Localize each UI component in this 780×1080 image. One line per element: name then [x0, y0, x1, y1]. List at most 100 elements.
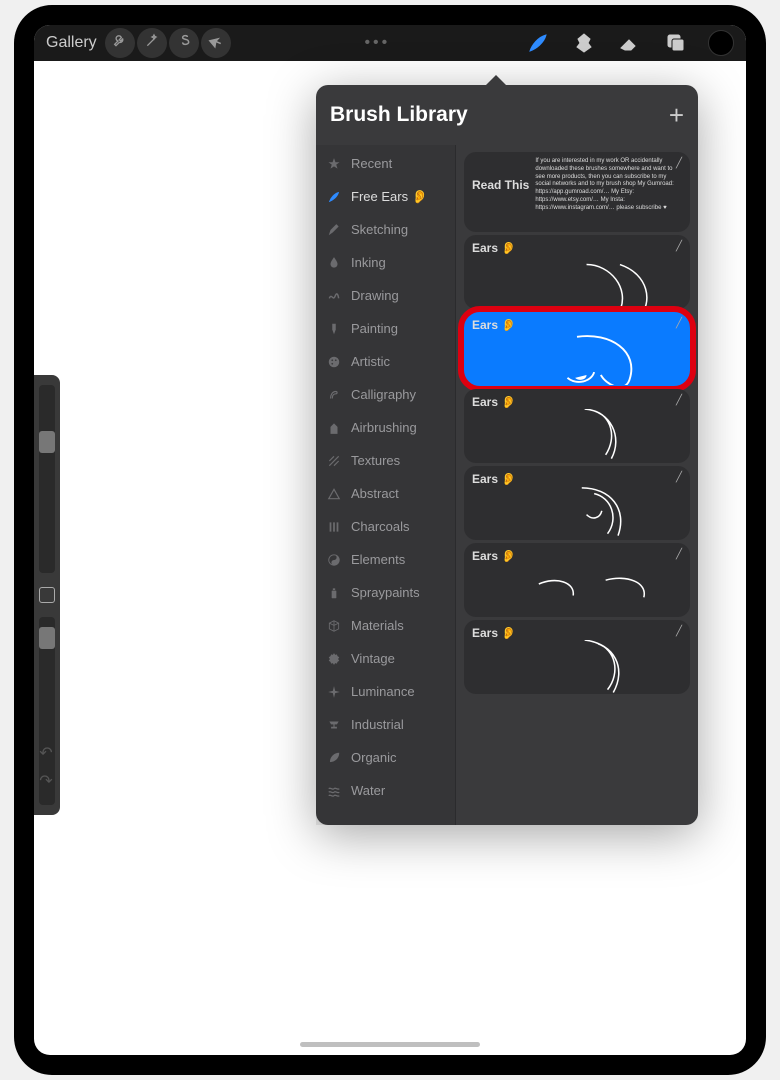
undo-redo: ↶ ↷	[34, 740, 58, 794]
category-spraypaints[interactable]: Spraypaints	[316, 576, 455, 609]
category-abstract[interactable]: Abstract	[316, 477, 455, 510]
category-label: Vintage	[351, 651, 395, 666]
category-label: Inking	[351, 255, 386, 270]
brush-preview	[472, 563, 682, 615]
brush-name: Ears 👂	[472, 241, 682, 255]
category-sketching[interactable]: Sketching	[316, 213, 455, 246]
brush-list[interactable]: Read ThisIf you are interested in my wor…	[456, 145, 698, 825]
category-label: Elements	[351, 552, 405, 567]
brush-tool[interactable]	[524, 29, 552, 57]
category-organic[interactable]: Organic	[316, 741, 455, 774]
brush-stroke-mark: ╱	[676, 158, 682, 169]
sparkle-icon	[326, 684, 342, 700]
brush-name: Ears 👂	[472, 395, 682, 409]
category-label: Calligraphy	[351, 387, 416, 402]
category-label: Artistic	[351, 354, 390, 369]
category-industrial[interactable]: Industrial	[316, 708, 455, 741]
category-label: Materials	[351, 618, 404, 633]
category-label: Luminance	[351, 684, 415, 699]
brush-preview	[472, 486, 682, 538]
triangle-icon	[326, 486, 342, 502]
undo-button[interactable]: ↶	[34, 740, 58, 766]
category-calligraphy[interactable]: Calligraphy	[316, 378, 455, 411]
smudge-tool[interactable]	[570, 29, 598, 57]
redo-button[interactable]: ↷	[34, 768, 58, 794]
category-charcoals[interactable]: Charcoals	[316, 510, 455, 543]
s-curve-icon	[176, 33, 192, 54]
brush-tile[interactable]: Read ThisIf you are interested in my wor…	[464, 152, 690, 232]
gallery-button[interactable]: Gallery	[40, 32, 103, 54]
brush-size-slider[interactable]	[39, 385, 55, 573]
actions-button[interactable]	[105, 28, 135, 58]
category-recent[interactable]: Recent	[316, 147, 455, 180]
ipad-screen: Gallery ••• ↶ ↷	[34, 25, 746, 1055]
category-materials[interactable]: Materials	[316, 609, 455, 642]
category-free-ears-[interactable]: Free Ears 👂	[316, 180, 455, 213]
panel-title: Brush Library	[330, 103, 468, 127]
category-label: Recent	[351, 156, 392, 171]
category-label: Painting	[351, 321, 398, 336]
brush-stroke-mark: ╱	[676, 626, 682, 637]
selection-button[interactable]	[169, 28, 199, 58]
category-label: Industrial	[351, 717, 404, 732]
eraser-tool[interactable]	[616, 29, 644, 57]
category-label: Textures	[351, 453, 400, 468]
brush-preview	[472, 332, 682, 384]
category-luminance[interactable]: Luminance	[316, 675, 455, 708]
brush-tile[interactable]: Ears 👂╱	[464, 235, 690, 309]
wrench-icon	[112, 33, 128, 54]
category-airbrushing[interactable]: Airbrushing	[316, 411, 455, 444]
category-label: Airbrushing	[351, 420, 417, 435]
layers-button[interactable]	[662, 29, 690, 57]
category-label: Water	[351, 783, 385, 798]
brush-stroke-mark: ╱	[676, 472, 682, 483]
category-elements[interactable]: Elements	[316, 543, 455, 576]
brush-icon	[326, 189, 342, 205]
add-brush-button[interactable]: +	[669, 100, 684, 131]
brush-tile[interactable]: Ears 👂╱	[464, 312, 690, 386]
category-label: Abstract	[351, 486, 399, 501]
category-vintage[interactable]: Vintage	[316, 642, 455, 675]
category-label: Free Ears 👂	[351, 189, 428, 205]
adjustments-button[interactable]	[137, 28, 167, 58]
category-list[interactable]: Recent Free Ears 👂 Sketching Inking Drawing P…	[316, 145, 456, 825]
app-toolbar: Gallery •••	[34, 25, 746, 61]
spraycan-icon	[326, 585, 342, 601]
category-label: Drawing	[351, 288, 399, 303]
transform-button[interactable]	[201, 28, 231, 58]
brush-tile[interactable]: Ears 👂╱	[464, 466, 690, 540]
toolbar-center-dots[interactable]: •••	[235, 34, 520, 52]
brush-info-text: If you are interested in my work OR acci…	[535, 158, 682, 213]
cursor-icon	[208, 33, 224, 54]
brush-name: Read This	[472, 158, 529, 213]
category-textures[interactable]: Textures	[316, 444, 455, 477]
squiggle-icon	[326, 288, 342, 304]
wand-icon	[144, 33, 160, 54]
color-chip[interactable]	[708, 30, 734, 56]
category-label: Spraypaints	[351, 585, 420, 600]
brush-tile[interactable]: Ears 👂╱	[464, 543, 690, 617]
waves-icon	[326, 783, 342, 799]
star-icon	[326, 156, 342, 172]
brush-tile[interactable]: Ears 👂╱	[464, 620, 690, 694]
modify-button[interactable]	[39, 587, 55, 603]
category-label: Organic	[351, 750, 397, 765]
category-painting[interactable]: Painting	[316, 312, 455, 345]
category-label: Charcoals	[351, 519, 410, 534]
home-indicator	[300, 1042, 480, 1047]
calli-icon	[326, 387, 342, 403]
gear-icon	[326, 651, 342, 667]
brush-name: Ears 👂	[472, 318, 682, 332]
hatch-icon	[326, 453, 342, 469]
anvil-icon	[326, 717, 342, 733]
yinyang-icon	[326, 552, 342, 568]
brush-name: Ears 👂	[472, 472, 682, 486]
brush-preview	[472, 409, 682, 461]
category-drawing[interactable]: Drawing	[316, 279, 455, 312]
category-label: Sketching	[351, 222, 408, 237]
category-inking[interactable]: Inking	[316, 246, 455, 279]
brush-tile[interactable]: Ears 👂╱	[464, 389, 690, 463]
category-water[interactable]: Water	[316, 774, 455, 807]
spray-icon	[326, 420, 342, 436]
category-artistic[interactable]: Artistic	[316, 345, 455, 378]
